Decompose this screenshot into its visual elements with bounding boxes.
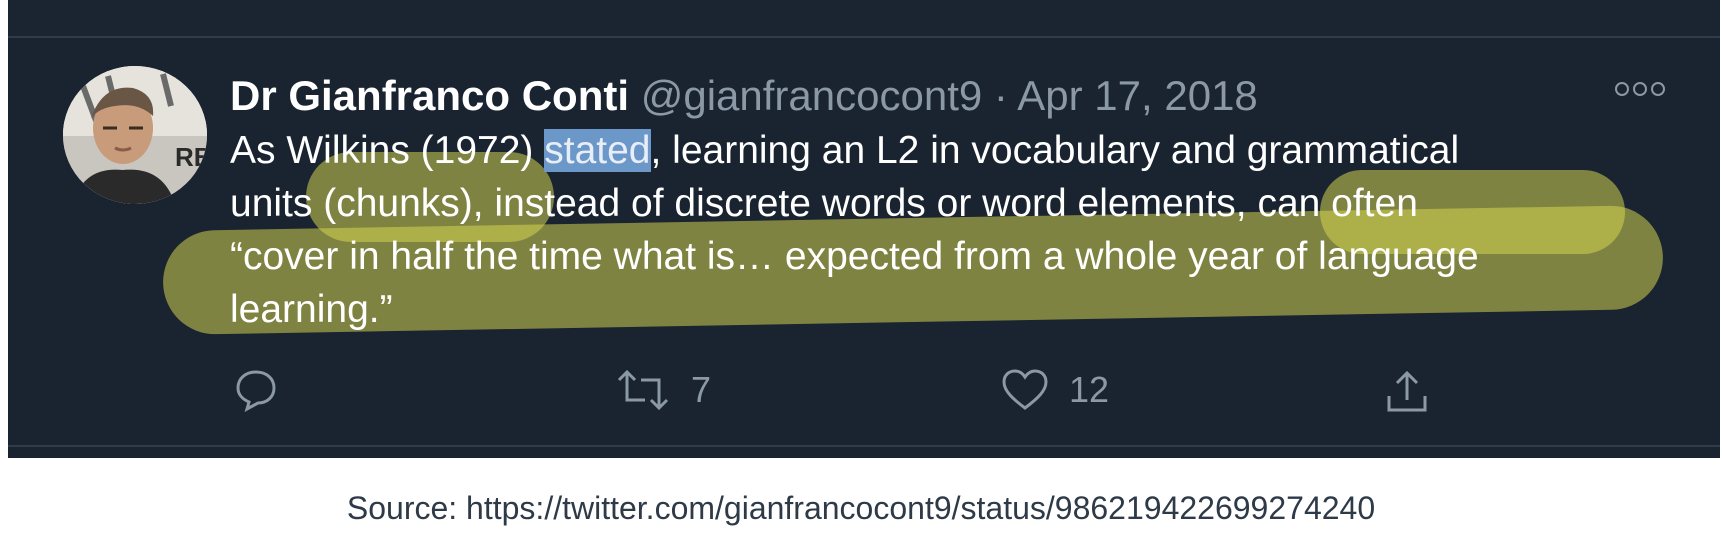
avatar[interactable]: RB	[63, 66, 207, 204]
tweet-bottom-border	[8, 445, 1720, 447]
reply-icon	[236, 370, 276, 412]
tweet-card[interactable]: RB Dr Gianfranco Conti @gianfrancocont9 …	[8, 0, 1720, 458]
tweet-date[interactable]: Apr 17, 2018	[1017, 72, 1258, 119]
author-handle[interactable]: @gianfrancocont9	[641, 72, 983, 119]
previous-tweet-edge	[8, 0, 1720, 38]
selected-word: stated	[544, 129, 651, 172]
share-icon	[1387, 370, 1427, 412]
retweet-icon	[617, 369, 669, 411]
tweet-actions: 7 12	[8, 368, 1720, 424]
header-separator: ·	[993, 72, 1008, 119]
source-caption: Source: https://twitter.com/gianfrancoco…	[346, 490, 1376, 526]
like-button[interactable]: 12	[1001, 368, 1109, 412]
avatar-logo-text: RB	[175, 142, 207, 172]
tweet-text-line-1: As Wilkins (1972) stated, learning an L2…	[230, 129, 1460, 172]
tweet-text-line-4: learning.”	[230, 288, 393, 331]
tweet-header: Dr Gianfranco Conti @gianfrancocont9 · A…	[230, 72, 1258, 120]
retweet-button[interactable]: 7	[615, 368, 711, 412]
retweet-count: 7	[691, 369, 712, 410]
like-count: 12	[1069, 369, 1110, 410]
share-button[interactable]	[1383, 368, 1431, 416]
tweet-text-line-2: units (chunks), instead of discrete word…	[230, 182, 1418, 225]
like-icon	[1002, 369, 1048, 410]
tweet-text: As Wilkins (1972) stated, learning an L2…	[230, 124, 1670, 336]
author-name[interactable]: Dr Gianfranco Conti	[230, 72, 629, 119]
more-icon[interactable]	[1615, 82, 1665, 96]
tweet-text-line-3: “cover in half the time what is… expecte…	[230, 235, 1479, 278]
reply-button[interactable]	[234, 368, 278, 412]
